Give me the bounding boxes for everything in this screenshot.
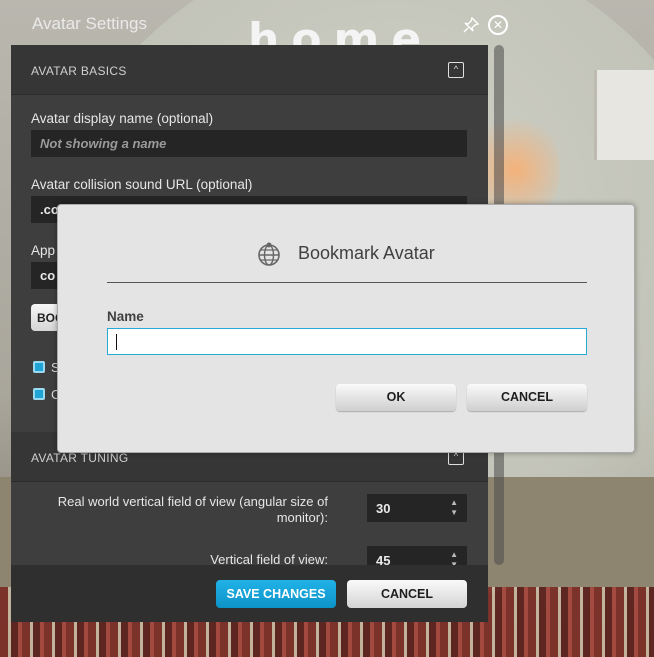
spinbox-arrows-icon[interactable]: ▲▼: [450, 498, 458, 518]
collapse-icon[interactable]: ^: [448, 62, 464, 78]
section-label: AVATAR BASICS: [31, 64, 127, 78]
globe-icon: [256, 241, 282, 267]
save-changes-button[interactable]: SAVE CHANGES: [216, 580, 336, 608]
display-name-label: Avatar display name (optional): [31, 111, 214, 126]
dialog-cancel-button[interactable]: CANCEL: [467, 384, 587, 411]
checkbox-2[interactable]: [33, 388, 45, 400]
window-title: Avatar Settings: [32, 14, 147, 33]
pin-icon[interactable]: [462, 16, 480, 34]
scene-shelf: [594, 70, 654, 160]
name-label: Name: [107, 309, 144, 324]
section-label: AVATAR TUNING: [31, 451, 129, 465]
text-caret: [116, 334, 117, 350]
cancel-button[interactable]: CANCEL: [347, 580, 467, 608]
spinbox-value: 30: [376, 501, 391, 516]
name-input[interactable]: [107, 328, 587, 355]
collision-sound-label: Avatar collision sound URL (optional): [31, 177, 253, 192]
display-name-input[interactable]: Not showing a name: [31, 130, 467, 157]
bookmark-avatar-dialog: Bookmark Avatar Name OK CANCEL: [57, 204, 635, 453]
real-world-fov-spinbox[interactable]: 30 ▲ ▼: [367, 494, 467, 522]
dialog-title: Bookmark Avatar: [298, 243, 435, 263]
appearance-label: App: [31, 243, 56, 258]
section-avatar-basics[interactable]: AVATAR BASICS ^: [11, 45, 488, 95]
ok-button[interactable]: OK: [336, 384, 456, 411]
checkbox-1[interactable]: [33, 361, 45, 373]
close-icon[interactable]: ✕: [488, 15, 508, 35]
dialog-divider: [107, 282, 587, 283]
real-world-fov-label: Real world vertical field of view (angul…: [57, 494, 328, 525]
